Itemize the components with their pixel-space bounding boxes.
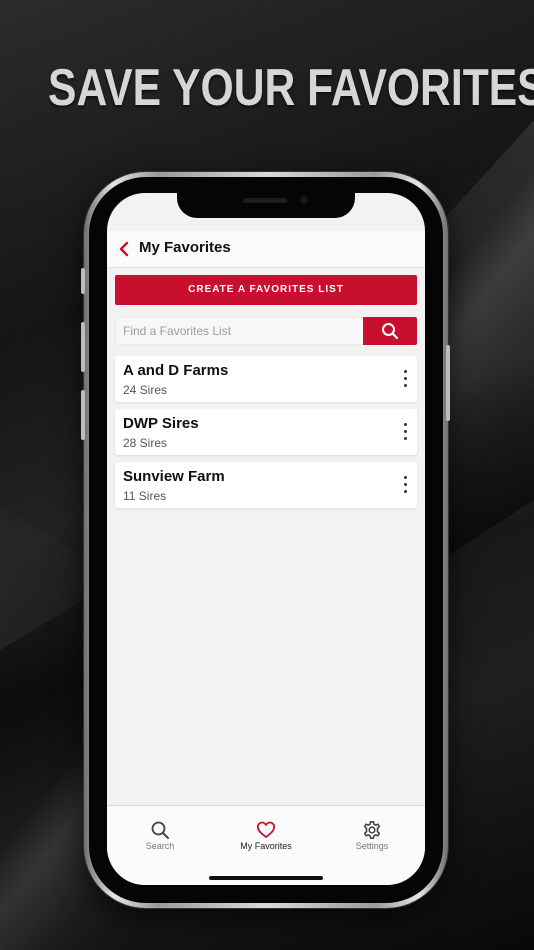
list-name: A and D Farms <box>123 362 229 379</box>
list-item[interactable]: A and D Farms 24 Sires <box>115 356 417 402</box>
tab-label: Settings <box>355 841 389 851</box>
tab-settings[interactable]: Settings <box>319 806 425 862</box>
list-count: 11 Sires <box>123 489 167 503</box>
front-camera <box>299 195 309 205</box>
promo-headline: SAVE YOUR FAVORITES <box>48 59 534 117</box>
chevron-left-icon[interactable] <box>117 241 131 257</box>
tab-label: Search <box>145 841 175 851</box>
search-icon <box>151 821 169 839</box>
navigation-bar: My Favorites <box>107 231 425 268</box>
list-item[interactable]: DWP Sires 28 Sires <box>115 409 417 455</box>
heart-icon <box>256 821 276 838</box>
list-count: 24 Sires <box>123 383 168 397</box>
search-icon <box>382 323 399 340</box>
more-options-icon[interactable] <box>399 421 411 443</box>
phone-side-button <box>81 268 85 294</box>
search-input[interactable] <box>115 317 363 345</box>
search-button[interactable] <box>363 317 417 345</box>
favorites-search <box>115 317 417 345</box>
tab-label: My Favorites <box>240 841 292 851</box>
phone-volume-up-button <box>81 322 85 372</box>
app-screen: My Favorites CREATE A FAVORITES LIST A a… <box>107 193 425 885</box>
phone-power-button <box>446 345 450 421</box>
list-item[interactable]: Sunview Farm 11 Sires <box>115 462 417 508</box>
more-options-icon[interactable] <box>399 368 411 390</box>
tab-my-favorites[interactable]: My Favorites <box>213 806 319 862</box>
tab-search[interactable]: Search <box>107 806 213 862</box>
page-title: My Favorites <box>139 239 231 256</box>
list-name: DWP Sires <box>123 415 199 432</box>
home-indicator[interactable] <box>209 876 323 880</box>
notch <box>177 193 355 218</box>
phone-volume-down-button <box>81 390 85 440</box>
speaker <box>243 198 287 203</box>
tab-bar: Search My Favorites Settings <box>107 805 425 885</box>
gear-icon <box>363 821 381 839</box>
more-options-icon[interactable] <box>399 474 411 496</box>
list-name: Sunview Farm <box>123 468 225 485</box>
create-favorites-list-button[interactable]: CREATE A FAVORITES LIST <box>115 275 417 305</box>
list-count: 28 Sires <box>123 436 168 450</box>
